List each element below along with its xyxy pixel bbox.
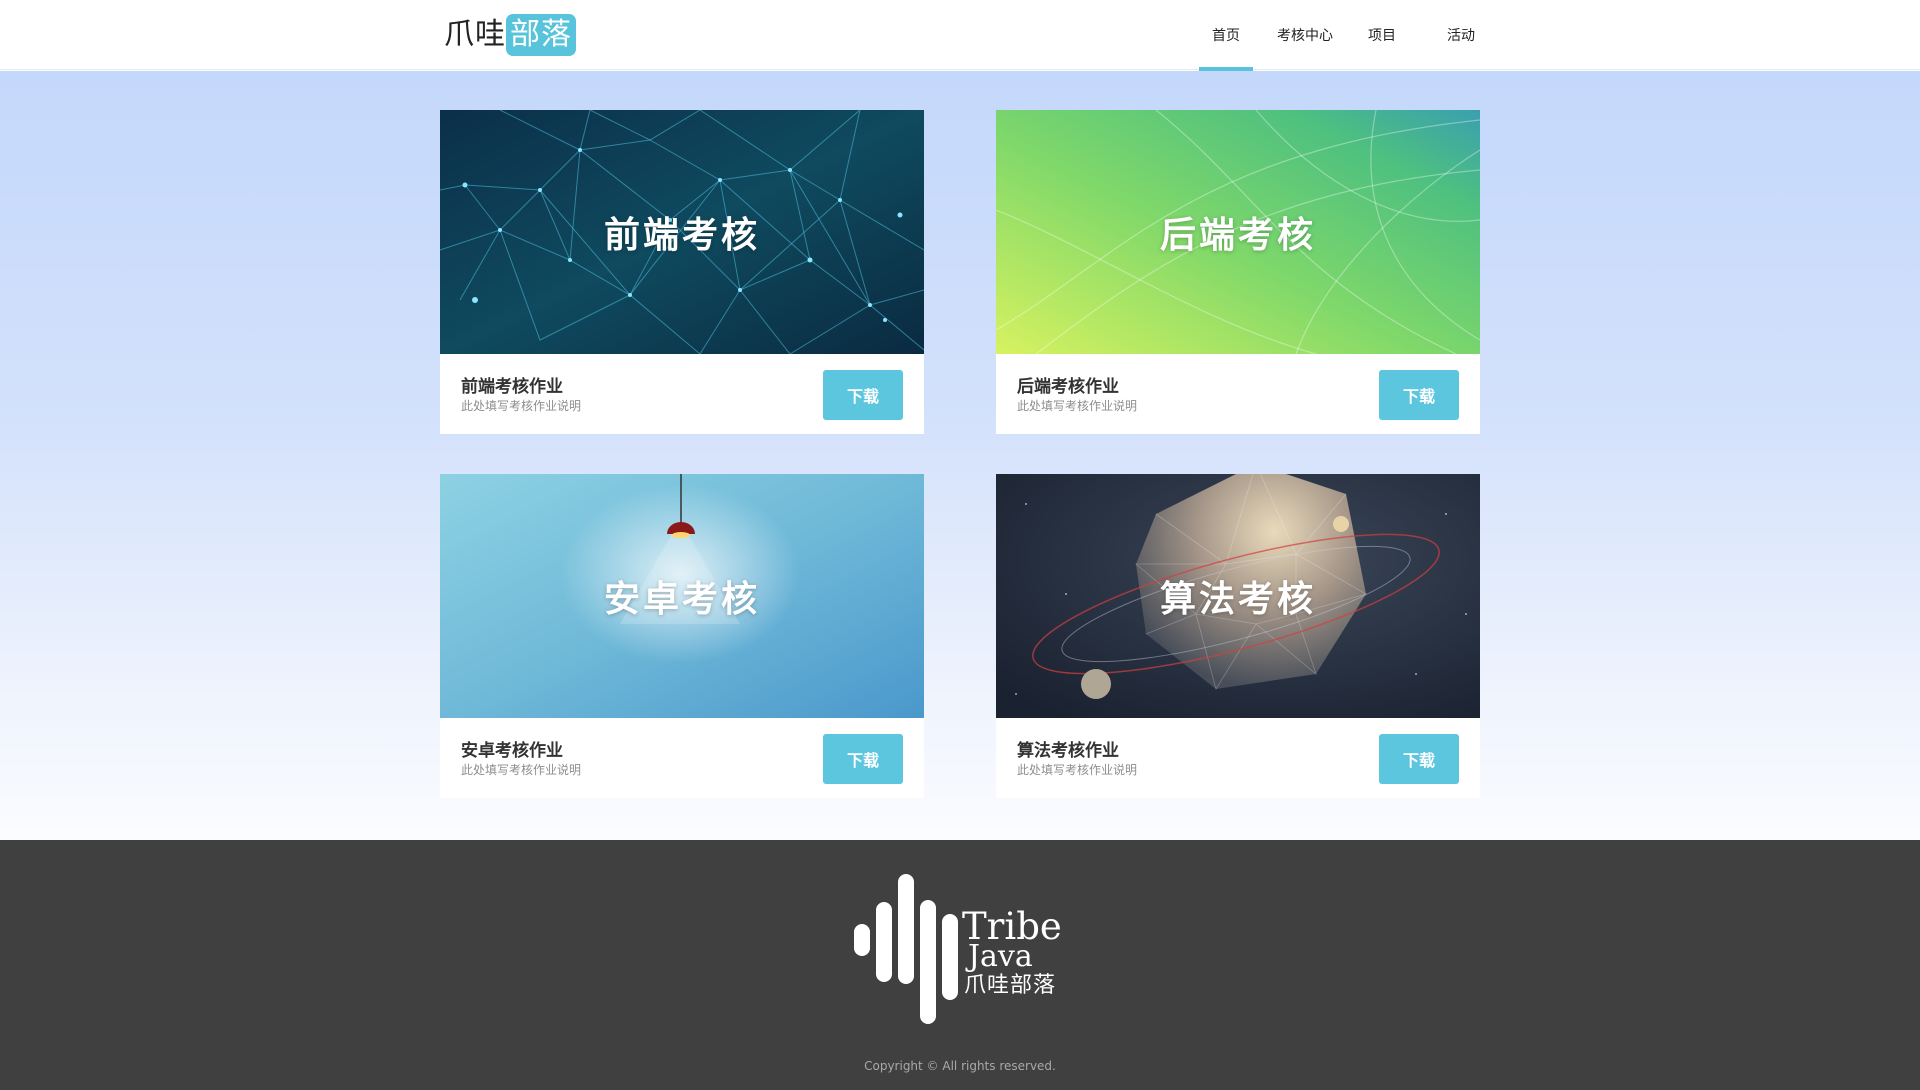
card-title: 后端考核作业 bbox=[1017, 377, 1119, 397]
download-button-algorithm[interactable]: 下载 bbox=[1379, 734, 1459, 784]
site-footer: Tribe Java 爪哇部落 Copyright © All rights r… bbox=[0, 840, 1920, 1090]
card-image-title: 算法考核 bbox=[1159, 579, 1316, 620]
footer-logo-chinese: 爪哇部落 bbox=[964, 973, 1057, 998]
card-title: 算法考核作业 bbox=[1017, 741, 1119, 761]
nav-item-events[interactable]: 活动 bbox=[1441, 0, 1481, 70]
footer-logo-java: Java bbox=[968, 939, 1033, 974]
footer-logo: Tribe Java 爪哇部落 bbox=[854, 874, 1064, 1024]
card-description: 此处填写考核作业说明 bbox=[1017, 763, 1138, 777]
logo-badge: 部落 bbox=[506, 14, 576, 56]
card-image-frontend[interactable]: 前端考核 bbox=[440, 110, 924, 354]
logo-text: 爪哇 bbox=[444, 17, 506, 52]
card-image-algorithm[interactable]: 算法考核 bbox=[996, 474, 1480, 718]
download-button-frontend[interactable]: 下载 bbox=[823, 370, 903, 420]
card-backend: 后端考核 后端考核作业 此处填写考核作业说明 下载 bbox=[996, 110, 1480, 434]
card-image-title: 后端考核 bbox=[1159, 215, 1316, 256]
card-algorithm: 算法考核 算法考核作业 此处填写考核作业说明 下载 bbox=[996, 474, 1480, 798]
nav-item-projects[interactable]: 项目 bbox=[1362, 0, 1402, 70]
card-title: 前端考核作业 bbox=[461, 377, 563, 397]
main-content: 前端考核 前端考核作业 此处填写考核作业说明 下载 后端考核 后端考核作业 此处… bbox=[0, 71, 1920, 840]
site-logo[interactable]: 爪哇 部落 bbox=[444, 14, 576, 56]
card-android: 安卓考核 安卓考核作业 此处填写考核作业说明 下载 bbox=[440, 474, 924, 798]
nav-item-home[interactable]: 首页 bbox=[1199, 0, 1253, 71]
card-image-backend[interactable]: 后端考核 bbox=[996, 110, 1480, 354]
card-frontend: 前端考核 前端考核作业 此处填写考核作业说明 下载 bbox=[440, 110, 924, 434]
sound-bars-icon bbox=[854, 874, 958, 1024]
card-image-title: 前端考核 bbox=[603, 215, 760, 256]
top-header: 爪哇 部落 首页 考核中心 项目 活动 bbox=[0, 0, 1920, 71]
nav-item-assessment-center[interactable]: 考核中心 bbox=[1272, 0, 1338, 70]
card-title: 安卓考核作业 bbox=[461, 741, 563, 761]
download-button-android[interactable]: 下载 bbox=[823, 734, 903, 784]
card-description: 此处填写考核作业说明 bbox=[461, 399, 582, 413]
card-image-android[interactable]: 安卓考核 bbox=[440, 474, 924, 718]
download-button-backend[interactable]: 下载 bbox=[1379, 370, 1459, 420]
copyright-text: Copyright © All rights reserved. bbox=[864, 1059, 1056, 1073]
card-description: 此处填写考核作业说明 bbox=[461, 763, 582, 777]
card-description: 此处填写考核作业说明 bbox=[1017, 399, 1138, 413]
card-image-title: 安卓考核 bbox=[603, 579, 760, 620]
